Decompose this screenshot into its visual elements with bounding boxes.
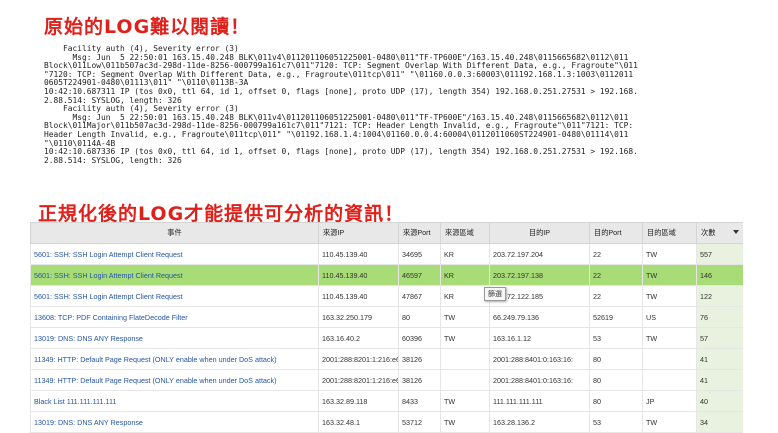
dst-ip-cell: 2001:288:8401:0:163:16: bbox=[489, 348, 590, 370]
dst-zone-cell: TW bbox=[642, 411, 697, 433]
dst-zone-cell: TW bbox=[642, 264, 697, 286]
src-zone-cell bbox=[440, 348, 490, 370]
dst-port-cell: 22 bbox=[589, 264, 643, 286]
dst-port-cell: 80 bbox=[589, 348, 643, 370]
dst-ip-cell: 111.111.111.111 bbox=[489, 390, 590, 412]
src-ip-cell: 110.45.139.40 bbox=[318, 243, 399, 265]
table-row[interactable]: 11349: HTTP: Default Page Request (ONLY … bbox=[30, 369, 743, 391]
column-header-src-zone[interactable]: 來源區域 bbox=[440, 222, 490, 244]
src-ip-cell: 2001:288:8201:1:216:e6ff: bbox=[318, 369, 399, 391]
table-row[interactable]: 13019: DNS: DNS ANY Response 163.32.48.1… bbox=[30, 411, 743, 433]
count-cell: 41 bbox=[696, 369, 743, 391]
dst-zone-cell bbox=[642, 369, 697, 391]
src-port-cell: 8433 bbox=[398, 390, 441, 412]
src-port-cell: 46597 bbox=[398, 264, 441, 286]
src-ip-cell: 2001:288:8201:1:216:e6ff: bbox=[318, 348, 399, 370]
dst-zone-cell: TW bbox=[642, 243, 697, 265]
src-ip-cell: 163.32.250.179 bbox=[318, 306, 399, 328]
table-header-row: 事件 來源IP 來源Port 來源區域 目的IP 目的Port 目的區域 次數 bbox=[30, 222, 743, 244]
count-cell: 41 bbox=[696, 348, 743, 370]
dst-port-cell: 52619 bbox=[589, 306, 643, 328]
dst-port-cell: 80 bbox=[589, 369, 643, 391]
src-port-cell: 38126 bbox=[398, 369, 441, 391]
src-zone-cell: TW bbox=[440, 390, 490, 412]
event-cell[interactable]: 5601: SSH: SSH Login Attempt Client Requ… bbox=[30, 243, 319, 265]
event-cell[interactable]: 11349: HTTP: Default Page Request (ONLY … bbox=[30, 369, 319, 391]
dst-port-cell: 22 bbox=[589, 285, 643, 307]
dst-ip-cell: 203.72.197.138 bbox=[489, 264, 590, 286]
table-row[interactable]: 5601: SSH: SSH Login Attempt Client Requ… bbox=[30, 285, 743, 307]
table-row[interactable]: 13019: DNS: DNS ANY Response 163.16.40.2… bbox=[30, 327, 743, 349]
column-header-dst-zone[interactable]: 目的區域 bbox=[642, 222, 697, 244]
dst-ip-cell: 163.16.1.12 bbox=[489, 327, 590, 349]
column-header-dst-port[interactable]: 目的Port bbox=[589, 222, 643, 244]
src-port-cell: 80 bbox=[398, 306, 441, 328]
column-header-src-port[interactable]: 來源Port bbox=[398, 222, 441, 244]
src-zone-cell bbox=[440, 369, 490, 391]
event-table: 事件 來源IP 來源Port 來源區域 目的IP 目的Port 目的區域 次數 … bbox=[30, 222, 743, 433]
count-cell: 57 bbox=[696, 327, 743, 349]
dst-zone-cell: TW bbox=[642, 285, 697, 307]
src-ip-cell: 163.16.40.2 bbox=[318, 327, 399, 349]
dst-zone-cell: TW bbox=[642, 327, 697, 349]
count-cell: 34 bbox=[696, 411, 743, 433]
event-cell[interactable]: 13608: TCP: PDF Containing FlateDecode F… bbox=[30, 306, 319, 328]
src-zone-cell: KR bbox=[440, 285, 490, 307]
dst-port-cell: 22 bbox=[589, 243, 643, 265]
src-port-cell: 53712 bbox=[398, 411, 441, 433]
sort-descending-icon[interactable] bbox=[733, 230, 739, 234]
src-port-cell: 34695 bbox=[398, 243, 441, 265]
src-ip-cell: 163.32.89.118 bbox=[318, 390, 399, 412]
src-ip-cell: 163.32.48.1 bbox=[318, 411, 399, 433]
event-cell[interactable]: 5601: SSH: SSH Login Attempt Client Requ… bbox=[30, 264, 319, 286]
raw-log-heading: 原始的LOG難以閱讀！ bbox=[44, 16, 251, 38]
src-ip-cell: 110.45.139.40 bbox=[318, 264, 399, 286]
dst-ip-cell: 2001:288:8401:0:163:16: bbox=[489, 369, 590, 391]
src-zone-cell: TW bbox=[440, 327, 490, 349]
event-cell[interactable]: 5601: SSH: SSH Login Attempt Client Requ… bbox=[30, 285, 319, 307]
src-zone-cell: TW bbox=[440, 306, 490, 328]
column-header-count[interactable]: 次數 bbox=[696, 222, 743, 244]
src-ip-cell: 110.45.139.40 bbox=[318, 285, 399, 307]
column-header-event[interactable]: 事件 bbox=[30, 222, 319, 244]
table-row[interactable]: 13608: TCP: PDF Containing FlateDecode F… bbox=[30, 306, 743, 328]
column-header-dst-ip[interactable]: 目的IP bbox=[489, 222, 590, 244]
table-row[interactable]: 11349: HTTP: Default Page Request (ONLY … bbox=[30, 348, 743, 370]
src-zone-cell: KR bbox=[440, 243, 490, 265]
count-cell: 40 bbox=[696, 390, 743, 412]
raw-log-panel: Facility auth (4), Severity error (3) Ms… bbox=[44, 45, 744, 175]
dst-port-cell: 53 bbox=[589, 411, 643, 433]
dst-zone-cell: US bbox=[642, 306, 697, 328]
src-zone-cell: KR bbox=[440, 264, 490, 286]
filter-tooltip: 篩選 bbox=[484, 287, 506, 301]
dst-ip-cell: 203.72.197.204 bbox=[489, 243, 590, 265]
table-row[interactable]: Black List 111.111.111.111 163.32.89.118… bbox=[30, 390, 743, 412]
event-cell[interactable]: 13019: DNS: DNS ANY Response bbox=[30, 327, 319, 349]
count-cell: 557 bbox=[696, 243, 743, 265]
dst-ip-cell: 163.28.136.2 bbox=[489, 411, 590, 433]
column-header-src-ip[interactable]: 來源IP bbox=[318, 222, 399, 244]
count-cell: 122 bbox=[696, 285, 743, 307]
count-cell: 146 bbox=[696, 264, 743, 286]
event-cell[interactable]: Black List 111.111.111.111 bbox=[30, 390, 319, 412]
src-port-cell: 60396 bbox=[398, 327, 441, 349]
raw-log-line: Header Length Invalid, e.g., Fragroute\0… bbox=[44, 129, 629, 139]
table-row[interactable]: 5601: SSH: SSH Login Attempt Client Requ… bbox=[30, 243, 743, 265]
event-cell[interactable]: 13019: DNS: DNS ANY Response bbox=[30, 411, 319, 433]
dst-zone-cell: JP bbox=[642, 390, 697, 412]
raw-log-line: 2.88.514: SYSLOG, length: 326 bbox=[44, 155, 182, 165]
src-zone-cell: TW bbox=[440, 411, 490, 433]
dst-ip-cell: 66.249.79.136 bbox=[489, 306, 590, 328]
count-cell: 76 bbox=[696, 306, 743, 328]
column-header-count-label: 次數 bbox=[701, 228, 716, 237]
dst-port-cell: 80 bbox=[589, 390, 643, 412]
src-port-cell: 47867 bbox=[398, 285, 441, 307]
event-cell[interactable]: 11349: HTTP: Default Page Request (ONLY … bbox=[30, 348, 319, 370]
table-row-selected[interactable]: 5601: SSH: SSH Login Attempt Client Requ… bbox=[30, 264, 743, 286]
event-grid: 事件 來源IP 來源Port 來源區域 目的IP 目的Port 目的區域 次數 … bbox=[30, 222, 743, 433]
src-port-cell: 38126 bbox=[398, 348, 441, 370]
dst-zone-cell bbox=[642, 348, 697, 370]
dst-port-cell: 53 bbox=[589, 327, 643, 349]
